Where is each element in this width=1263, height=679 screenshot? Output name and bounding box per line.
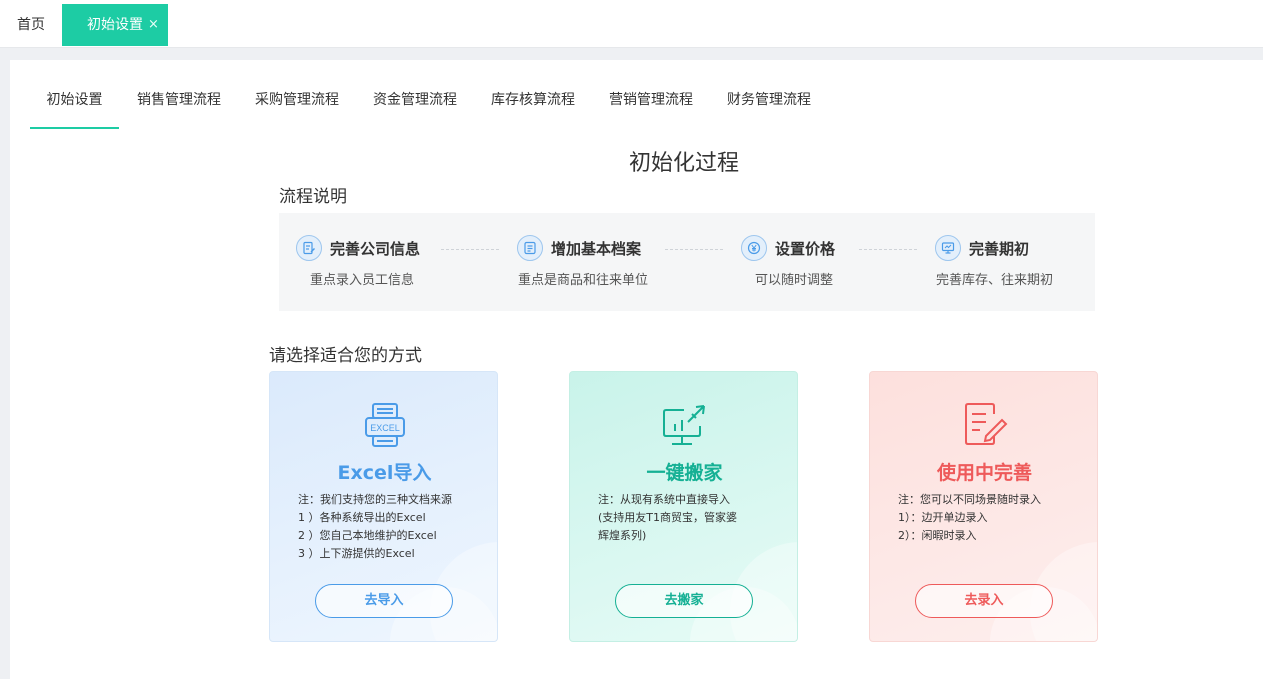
excel-icon: EXCEL — [360, 400, 410, 450]
flow-steps: 完善公司信息 重点录入员工信息 增加基本档案 重点是商品和往来单位 设置价格 可… — [279, 213, 1095, 311]
edit-pen-icon — [960, 400, 1010, 450]
page-title: 初始化过程 — [629, 151, 740, 176]
tab-funds-process[interactable]: 资金管理流程 — [373, 60, 457, 129]
tab-marketing-process[interactable]: 营销管理流程 — [609, 60, 693, 129]
card-note: 注：从现有系统中直接导入 — [598, 493, 730, 506]
card-title: 使用中完善 — [936, 462, 1032, 484]
tab-initial-settings[interactable]: 初始设置 × — [62, 4, 168, 46]
card-note: 2 ）您自己本地维护的Excel — [298, 529, 437, 542]
flow-step-desc: 重点录入员工信息 — [310, 273, 415, 288]
edit-doc-icon — [296, 235, 322, 261]
excel-import-card: EXCEL Excel导入 注：我们支持您的三种文档来源 1 ）各种系统导出的E… — [269, 371, 498, 642]
card-note: 1）：边开单边录入 — [898, 511, 988, 524]
tab-sales-process[interactable]: 销售管理流程 — [137, 60, 221, 129]
flow-step: 设置价格 — [741, 233, 835, 263]
card-note: 3 ）上下游提供的Excel — [298, 547, 415, 560]
flow-step: 增加基本档案 — [517, 233, 641, 263]
tab-home[interactable]: 首页 — [0, 4, 62, 46]
close-icon[interactable]: × — [148, 4, 159, 46]
flow-connector — [859, 249, 917, 250]
card-note: 2）：闲暇时录入 — [898, 529, 977, 542]
card-note: 注：我们支持您的三种文档来源 — [298, 493, 452, 506]
card-title: 一键搬家 — [646, 462, 723, 484]
complete-in-use-card: 使用中完善 注：您可以不同场景随时录入 1）：边开单边录入 2）：闲暇时录入 去… — [869, 371, 1098, 642]
top-tab-bar: 首页 初始设置 × — [0, 0, 1263, 48]
card-note: 1 ）各种系统导出的Excel — [298, 511, 426, 524]
rocket-monitor-icon — [660, 400, 710, 450]
tab-inventory-process[interactable]: 库存核算流程 — [491, 60, 575, 129]
flow-step: 完善公司信息 — [296, 233, 420, 263]
card-notes: 注：我们支持您的三种文档来源 1 ）各种系统导出的Excel 2 ）您自己本地维… — [298, 491, 452, 563]
flow-section-title: 流程说明 — [279, 187, 347, 207]
flow-step-title: 增加基本档案 — [551, 239, 642, 258]
card-title: Excel导入 — [337, 462, 432, 484]
main-panel: 初始设置 销售管理流程 采购管理流程 资金管理流程 库存核算流程 营销管理流程 … — [10, 60, 1263, 679]
yen-coin-icon — [741, 235, 767, 261]
choose-section-title: 请选择适合您的方式 — [269, 346, 422, 366]
flow-step-title: 完善期初 — [969, 239, 1030, 258]
card-notes: 注：从现有系统中直接导入 (支持用友T1商贸宝，管家婆 辉煌系列) — [598, 491, 737, 545]
flow-step: 完善期初 — [935, 233, 1029, 263]
flow-step-title: 设置价格 — [775, 239, 836, 258]
go-migrate-button[interactable]: 去搬家 — [615, 584, 753, 618]
tab-finance-process[interactable]: 财务管理流程 — [727, 60, 811, 129]
flow-step-desc: 重点是商品和往来单位 — [518, 273, 649, 288]
flow-connector — [665, 249, 723, 250]
card-note: (支持用友T1商贸宝，管家婆 — [598, 511, 738, 524]
svg-text:EXCEL: EXCEL — [370, 423, 400, 433]
tab-purchase-process[interactable]: 采购管理流程 — [255, 60, 339, 129]
one-click-migrate-card: 一键搬家 注：从现有系统中直接导入 (支持用友T1商贸宝，管家婆 辉煌系列) 去… — [569, 371, 798, 642]
flow-step-desc: 可以随时调整 — [755, 273, 834, 288]
flow-step-desc: 完善库存、往来期初 — [936, 273, 1054, 288]
flow-connector — [441, 249, 499, 250]
go-import-button[interactable]: 去导入 — [315, 584, 453, 618]
card-notes: 注：您可以不同场景随时录入 1）：边开单边录入 2）：闲暇时录入 — [898, 491, 1041, 545]
go-entry-button[interactable]: 去录入 — [915, 584, 1053, 618]
tab-initial-settings-label: 初始设置 — [87, 17, 143, 33]
tab-initial-settings-sub[interactable]: 初始设置 — [30, 60, 119, 129]
flow-step-title: 完善公司信息 — [330, 239, 421, 258]
file-list-icon — [517, 235, 543, 261]
card-note: 注：您可以不同场景随时录入 — [898, 493, 1041, 506]
card-note: 辉煌系列) — [598, 529, 647, 542]
monitor-icon — [935, 235, 961, 261]
